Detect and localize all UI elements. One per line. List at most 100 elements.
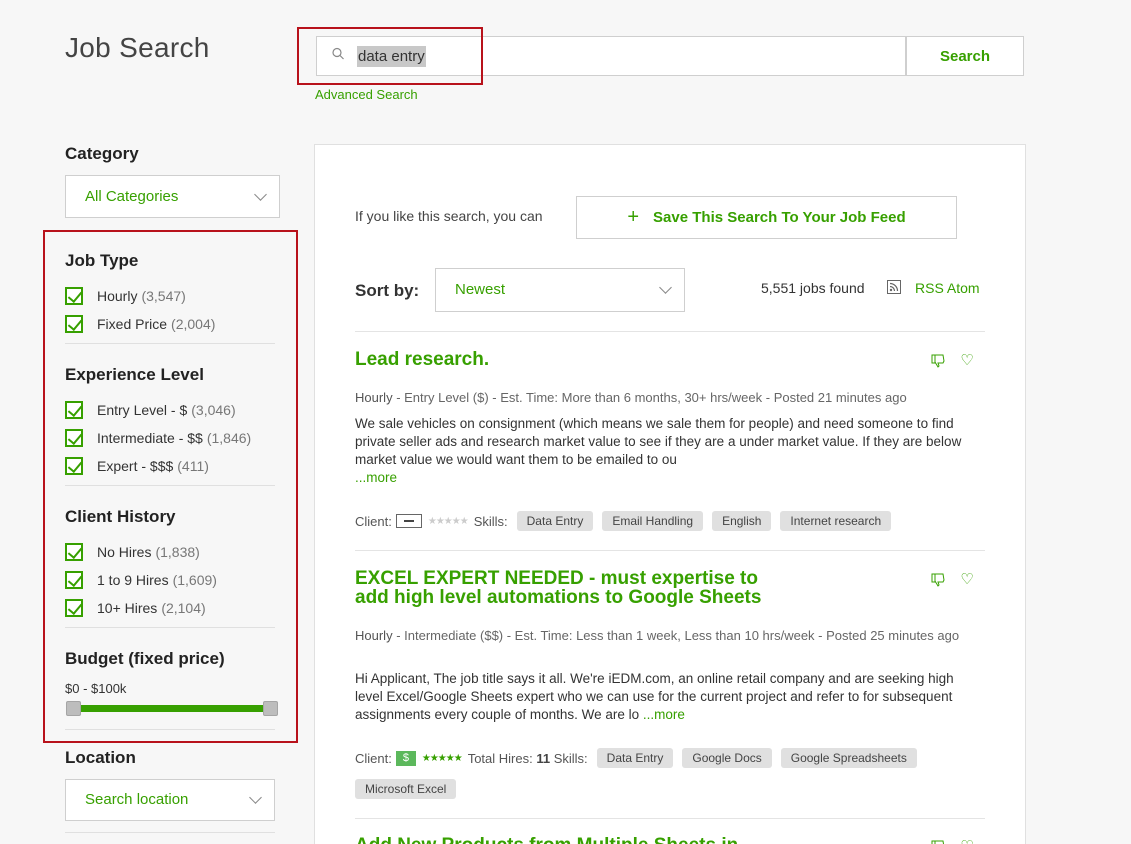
filter-fixed-price[interactable]: Fixed Price (2,004) (65, 314, 215, 334)
category-select[interactable]: All Categories (65, 175, 280, 218)
rss-atom-link[interactable]: RSS Atom (915, 280, 980, 296)
filter-count: (1,609) (172, 572, 217, 588)
payment-verified-icon (395, 750, 416, 766)
skill-tag[interactable]: English (712, 511, 772, 531)
location-select-placeholder: Search location (85, 791, 189, 808)
category-heading: Category (65, 144, 139, 163)
checkbox-checked-icon[interactable] (65, 315, 83, 333)
job-meta-details: - Intermediate ($$) - Est. Time: Less th… (392, 628, 960, 643)
filter-no-hires[interactable]: No Hires (1,838) (65, 542, 200, 562)
page-title: Job Search (65, 32, 210, 63)
job-title-link[interactable]: EXCEL EXPERT NEEDED - must expertise to … (355, 569, 761, 607)
total-hires-value: 11 (536, 750, 551, 766)
divider (65, 627, 275, 628)
checkbox-checked-icon[interactable] (65, 571, 83, 589)
location-select[interactable]: Search location (65, 779, 275, 821)
skills-label: Skills: (553, 750, 588, 766)
budget-slider-min-handle[interactable] (66, 701, 81, 716)
filter-label: Hourly (97, 288, 138, 304)
heart-icon[interactable]: ♡ (958, 351, 976, 369)
filter-label: 10+ Hires (97, 600, 158, 616)
budget-range-text: $0 - $100k (65, 681, 127, 696)
checkbox-checked-icon[interactable] (65, 429, 83, 447)
job-meta: Hourly - Entry Level ($) - Est. Time: Mo… (355, 389, 985, 406)
job-type: Hourly (355, 390, 393, 405)
divider (65, 832, 275, 833)
checkbox-checked-icon[interactable] (65, 401, 83, 419)
divider (355, 331, 985, 332)
checkbox-checked-icon[interactable] (65, 599, 83, 617)
category-select-value: All Categories (85, 188, 179, 205)
payment-unverified-icon (395, 514, 422, 528)
heart-icon[interactable]: ♡ (958, 837, 976, 844)
job-title-link[interactable]: Lead research. (355, 350, 489, 369)
filter-intermediate[interactable]: Intermediate - $$ (1,846) (65, 428, 251, 448)
search-input[interactable]: data entry (357, 46, 426, 67)
total-hires-label: Total Hires: (467, 750, 533, 766)
rating-stars-icon: ★★★★★ (427, 515, 469, 527)
advanced-search-link[interactable]: Advanced Search (315, 87, 418, 102)
client-row-cont: Microsoft Excel (346, 779, 457, 799)
save-search-label: Save This Search To Your Job Feed (653, 209, 906, 226)
thumbs-down-icon[interactable] (929, 352, 947, 370)
thumbs-down-icon[interactable] (929, 838, 947, 844)
thumbs-down-icon[interactable] (929, 571, 947, 589)
filter-label: Intermediate - $$ (97, 430, 203, 446)
job-meta-details: - Entry Level ($) - Est. Time: More than… (392, 390, 907, 405)
filter-count: (1,846) (206, 430, 252, 446)
job-description: Hi Applicant, The job title says it all.… (355, 670, 985, 724)
filter-panel: Job Type Hourly (3,547) Fixed Price (2,0… (43, 230, 298, 743)
filter-count: (411) (177, 458, 209, 474)
rss-icon[interactable] (887, 280, 901, 294)
location-heading: Location (65, 748, 136, 767)
divider (355, 550, 985, 551)
client-row: Client: ★★★★★ Total Hires: 11 Skills: Da… (355, 748, 917, 768)
sort-label: Sort by: (355, 281, 420, 300)
chevron-down-icon (254, 187, 267, 201)
job-meta: Hourly - Intermediate ($$) - Est. Time: … (355, 627, 985, 644)
sort-select-value: Newest (455, 281, 506, 298)
filter-10-plus-hires[interactable]: 10+ Hires (2,104) (65, 598, 206, 618)
divider (65, 729, 275, 730)
skill-tag[interactable]: Internet research (780, 511, 892, 531)
budget-slider-track[interactable] (73, 705, 271, 712)
more-link[interactable]: ...more (355, 470, 397, 485)
filter-1-to-9-hires[interactable]: 1 to 9 Hires (1,609) (65, 570, 217, 590)
skill-tag[interactable]: Google Docs (682, 748, 772, 768)
save-search-button[interactable]: + Save This Search To Your Job Feed (576, 196, 957, 239)
filter-label: Fixed Price (97, 316, 168, 332)
filter-expert[interactable]: Expert - $$$ (411) (65, 456, 209, 476)
checkbox-checked-icon[interactable] (65, 287, 83, 305)
filter-label: Entry Level - $ (97, 402, 188, 418)
save-search-prompt: If you like this search, you can (355, 208, 543, 224)
search-button[interactable]: Search (906, 36, 1024, 76)
job-type-heading: Job Type (65, 251, 139, 270)
filter-count: (3,046) (191, 402, 236, 418)
filter-count: (2,104) (161, 600, 206, 616)
sort-select[interactable]: Newest (435, 268, 685, 312)
job-type: Hourly (355, 628, 393, 643)
chevron-down-icon (659, 281, 672, 294)
filter-count: (1,838) (155, 544, 200, 560)
skill-tag[interactable]: Email Handling (602, 511, 704, 531)
rating-stars-icon: ★★★★★ (421, 752, 463, 764)
checkbox-checked-icon[interactable] (65, 543, 83, 561)
skill-tag[interactable]: Data Entry (596, 748, 674, 768)
checkbox-checked-icon[interactable] (65, 457, 83, 475)
search-box[interactable]: data entry (316, 36, 906, 76)
skill-tag[interactable]: Microsoft Excel (355, 779, 457, 799)
budget-slider-max-handle[interactable] (263, 701, 278, 716)
search-icon (332, 47, 344, 60)
divider (65, 343, 275, 344)
more-link[interactable]: ...more (643, 707, 685, 722)
filter-count: (2,004) (171, 316, 216, 332)
skill-tag[interactable]: Google Spreadsheets (780, 748, 917, 768)
client-history-heading: Client History (65, 507, 176, 526)
job-title-link[interactable]: Add New Products from Multiple Sheets in (355, 836, 738, 844)
job-title-line: EXCEL EXPERT NEEDED - must expertise to (355, 568, 758, 589)
filter-hourly[interactable]: Hourly (3,547) (65, 286, 186, 306)
filter-entry-level[interactable]: Entry Level - $ (3,046) (65, 400, 236, 420)
job-description-text: We sale vehicles on consignment (which m… (355, 416, 962, 467)
skill-tag[interactable]: Data Entry (516, 511, 594, 531)
heart-icon[interactable]: ♡ (958, 570, 976, 588)
